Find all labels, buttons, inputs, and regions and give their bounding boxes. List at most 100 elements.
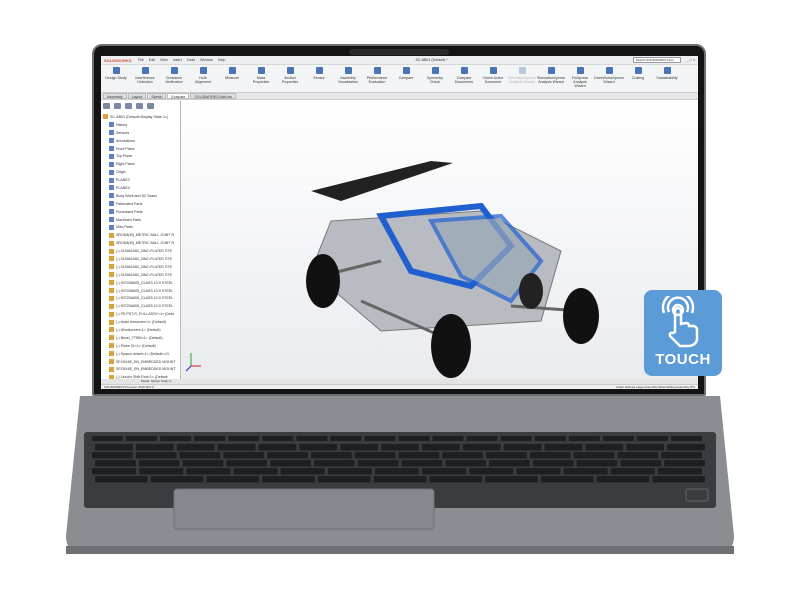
tree-item[interactable]: PLANE3 [103,176,178,184]
tree-item[interactable]: (-) 91166A280_ZINC-PLATED STE [103,263,178,271]
tree-item[interactable]: (-) chain tensioner<1> (Default) [103,318,178,326]
menu-item-view[interactable]: View [160,58,168,62]
ribbon-button[interactable]: Check Active Document [482,67,504,90]
tab-solidworks-add-ins[interactable]: SOLIDWORKS Add-Ins [190,93,236,99]
key[interactable] [160,436,192,441]
tree-item[interactable]: Right Plane [103,160,178,168]
key[interactable] [373,476,427,483]
tree-item[interactable]: History [103,121,178,129]
key[interactable] [500,436,532,441]
ribbon-button[interactable]: Section Properties [279,67,301,90]
key[interactable] [226,460,268,467]
key[interactable] [176,444,215,451]
ribbon-button[interactable]: Design Study [105,67,127,90]
ribbon-button[interactable]: DriveWorksXpress Wizard [594,67,624,90]
key[interactable] [327,468,372,475]
key[interactable] [442,452,484,459]
key[interactable] [421,444,460,451]
key[interactable] [636,436,668,441]
ribbon-button[interactable]: Mass Properties [250,67,272,90]
tree-item[interactable]: Origin [103,168,178,176]
ribbon-button[interactable]: Symmetry Check [424,67,446,90]
search-input[interactable]: Search SOLIDWORKS Help [632,57,681,63]
key[interactable] [194,436,226,441]
key[interactable] [489,460,530,467]
key[interactable] [267,452,308,459]
key[interactable] [596,476,650,483]
ribbon-button[interactable]: Interference Detection [134,67,156,90]
tree-item[interactable]: Annotations [103,137,178,145]
key[interactable] [182,460,224,467]
key[interactable] [262,436,294,441]
key[interactable] [563,468,608,475]
tree-item[interactable]: SROD8(M)_METRIC BALL JOINT R [103,231,178,239]
key[interactable] [310,452,352,459]
key[interactable] [485,476,538,483]
tree-item[interactable]: (-) 91166A280_ZINC-PLATED STE [103,247,178,255]
key[interactable] [280,468,325,475]
key[interactable] [186,468,231,475]
tree-item[interactable]: Body Work and 3D Scans [103,192,178,200]
key[interactable] [610,468,655,475]
key[interactable] [422,468,467,475]
menu-item-window[interactable]: Window [200,58,213,62]
key[interactable] [401,460,443,467]
key[interactable] [469,468,514,475]
menu-item-insert[interactable]: Insert [173,58,182,62]
key[interactable] [585,444,624,451]
tree-item[interactable]: (-) 90725A605_CLASS 10.9 STEEL [103,287,178,295]
key[interactable] [92,452,133,459]
tree-root[interactable]: SC-AB01 (Default<Display State-1>) [103,113,178,121]
key[interactable] [139,468,184,475]
key[interactable] [381,444,419,451]
tree-item[interactable]: Sensors [103,129,178,137]
key[interactable] [534,436,566,441]
property-icon[interactable] [114,103,121,109]
tree-item[interactable]: (-) FE-PST-R_FULL ASSY<1> (Defa [103,310,178,318]
key[interactable] [466,436,498,441]
tree-item[interactable]: (-) 90725A605_CLASS 10.9 STEEL [103,294,178,302]
key[interactable] [138,460,180,467]
display-icon[interactable] [147,103,154,109]
key[interactable] [617,452,659,459]
key[interactable] [270,460,311,467]
key[interactable] [462,444,501,451]
key[interactable] [340,444,379,451]
key[interactable] [374,468,420,475]
key[interactable] [516,468,561,475]
key[interactable] [432,436,464,441]
ribbon-button[interactable]: Sensor [308,67,330,90]
config-icon[interactable] [125,103,132,109]
key[interactable] [223,452,265,459]
ribbon-button[interactable]: Sustainability [656,67,678,90]
tree-item[interactable]: Misc Parts [103,223,178,231]
ribbon-button[interactable]: Hole Alignment [192,67,214,90]
ribbon-button[interactable]: Costing [627,67,649,90]
key[interactable] [92,436,124,441]
key[interactable] [540,476,594,483]
key[interactable] [670,436,702,441]
tree-item[interactable]: SFC6X6E_EN_EMBEDDED MOUNT [103,366,178,374]
key[interactable] [296,436,328,441]
ribbon-button[interactable]: FloXpress Analysis Wizard [569,67,591,90]
key[interactable] [620,460,662,467]
key[interactable] [354,452,396,459]
tab-layout[interactable]: Layout [127,93,147,99]
tree-item[interactable]: (-) Plane 01<1> (Default) [103,342,178,350]
key[interactable] [364,436,396,441]
key[interactable] [95,444,133,451]
key[interactable] [313,460,355,467]
key[interactable] [576,460,618,467]
key[interactable] [486,452,527,459]
key[interactable] [573,452,615,459]
key[interactable] [429,476,483,483]
tab-assembly[interactable]: Assembly [103,93,127,99]
ribbon-button[interactable]: Compare [395,67,417,90]
key[interactable] [135,444,174,451]
tree-item[interactable]: PLANE4 [103,184,178,192]
key[interactable] [544,444,583,451]
key[interactable] [529,452,571,459]
key[interactable] [664,460,705,467]
buggy-model[interactable] [181,101,698,379]
window-controls[interactable]: _ □ × [687,58,695,62]
